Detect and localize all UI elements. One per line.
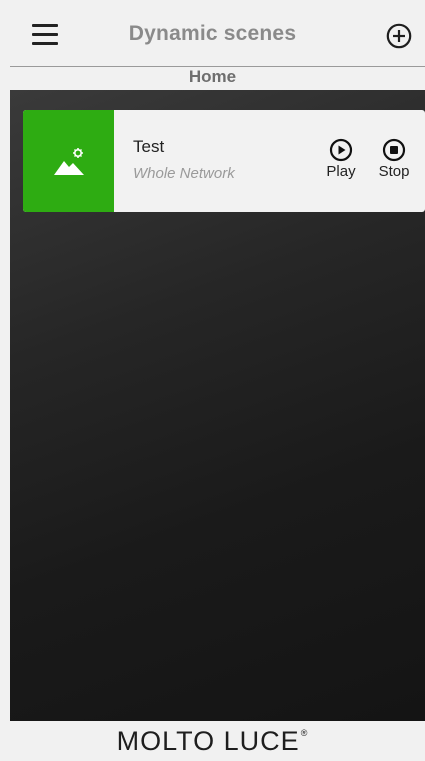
top-bar: Dynamic scenes	[0, 0, 425, 68]
add-scene-button[interactable]	[386, 23, 412, 49]
page-title: Dynamic scenes	[128, 22, 297, 45]
scene-thumbnail	[23, 110, 114, 212]
play-label: Play	[326, 163, 356, 180]
add-circle-icon	[386, 23, 412, 49]
scene-card[interactable]: Test Whole Network Play Stop	[23, 110, 425, 212]
landscape-gear-icon	[54, 148, 84, 175]
stop-circle-icon	[382, 138, 406, 162]
app-screen: Dynamic scenes Home Test Whole Network P…	[0, 0, 425, 761]
scene-list[interactable]: Test Whole Network Play Stop	[10, 90, 425, 721]
stop-button[interactable]: Stop	[372, 138, 416, 180]
scene-name: Test	[133, 137, 165, 156]
play-button[interactable]: Play	[319, 138, 363, 180]
footer: MOLTO LUCE®	[0, 721, 425, 761]
stop-label: Stop	[378, 163, 410, 180]
brand-logo: MOLTO LUCE®	[117, 726, 309, 757]
brand-name: MOLTO LUCE	[116, 726, 300, 756]
scene-scope: Whole Network	[133, 165, 235, 182]
registered-mark: ®	[300, 728, 309, 738]
play-circle-icon	[329, 138, 353, 162]
location-label: Home	[188, 67, 237, 86]
